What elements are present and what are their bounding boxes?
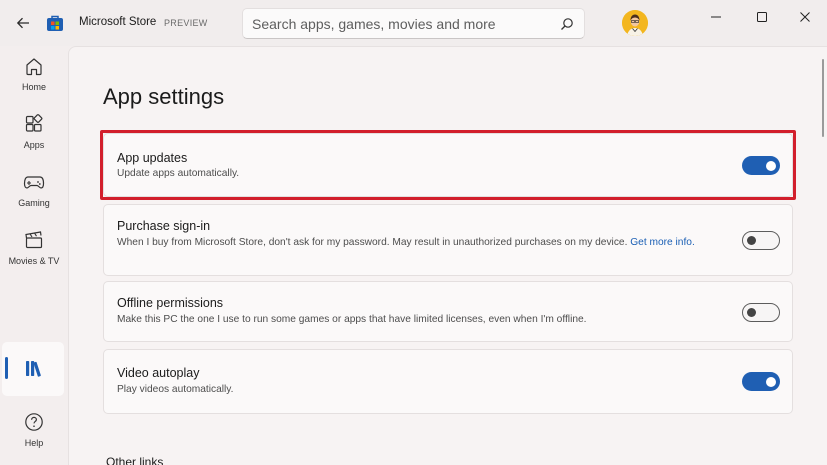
store-logo-icon xyxy=(47,15,63,31)
highlight-annotation xyxy=(100,130,796,200)
clapperboard-icon xyxy=(25,231,43,249)
setting-description-block: When I buy from Microsoft Store, don't a… xyxy=(117,235,717,250)
setting-card-video-autoplay: Video autoplay Play videos automatically… xyxy=(103,349,793,414)
sidebar-item-movies-tv[interactable]: Movies & TV xyxy=(4,222,64,276)
sidebar-item-label: Home xyxy=(21,82,46,92)
home-icon xyxy=(26,58,42,76)
back-button[interactable] xyxy=(10,10,36,36)
apps-icon xyxy=(25,114,43,132)
close-icon xyxy=(800,12,810,22)
sidebar-item-label: Movies & TV xyxy=(8,256,60,266)
minimize-icon xyxy=(711,16,721,18)
app-title: Microsoft Store xyxy=(79,16,157,28)
minimize-button[interactable] xyxy=(696,6,736,28)
gamepad-icon xyxy=(23,176,45,189)
avatar[interactable] xyxy=(622,10,648,36)
close-button[interactable] xyxy=(785,6,825,28)
user-avatar-icon xyxy=(622,10,648,36)
library-icon xyxy=(26,361,41,377)
sidebar-item-home[interactable]: Home xyxy=(4,48,64,102)
sidebar-item-help[interactable]: Help xyxy=(4,404,64,458)
setting-title: Offline permissions xyxy=(117,296,224,310)
offline-permissions-toggle[interactable] xyxy=(742,303,780,322)
purchase-sign-in-toggle[interactable] xyxy=(742,231,780,250)
sidebar-item-label: Help xyxy=(24,438,44,448)
maximize-button[interactable] xyxy=(742,6,782,28)
sidebar-item-library[interactable] xyxy=(2,342,64,396)
selected-indicator xyxy=(5,357,8,379)
title-bar: Microsoft Store PREVIEW xyxy=(0,0,827,46)
page-title: App settings xyxy=(103,84,225,109)
help-icon xyxy=(25,413,43,431)
setting-title: Purchase sign-in xyxy=(117,219,211,233)
video-autoplay-toggle[interactable] xyxy=(742,372,780,391)
preview-badge: PREVIEW xyxy=(164,18,208,28)
setting-card-purchase-sign-in: Purchase sign-in When I buy from Microso… xyxy=(103,204,793,276)
search-input[interactable] xyxy=(252,14,552,34)
scrollbar[interactable] xyxy=(822,59,824,137)
setting-description: Play videos automatically. xyxy=(117,384,234,395)
sidebar-item-label: Apps xyxy=(23,140,45,150)
maximize-icon xyxy=(757,12,767,22)
search-icon[interactable] xyxy=(560,17,574,31)
sidebar-item-label: Gaming xyxy=(18,198,50,208)
setting-description: When I buy from Microsoft Store, don't a… xyxy=(117,237,628,248)
setting-title: Video autoplay xyxy=(117,366,200,380)
setting-card-offline-permissions: Offline permissions Make this PC the one… xyxy=(103,281,793,342)
search-box[interactable] xyxy=(242,8,585,39)
sidebar-item-gaming[interactable]: Gaming xyxy=(4,164,64,218)
arrow-left-icon xyxy=(16,17,29,29)
setting-description: Make this PC the one I use to run some g… xyxy=(117,314,587,325)
sidebar-item-apps[interactable]: Apps xyxy=(4,106,64,160)
get-more-info-link[interactable]: Get more info. xyxy=(630,237,695,248)
other-links-heading: Other links xyxy=(106,455,164,465)
main-content: App settings App updates Update apps aut… xyxy=(68,46,827,465)
sidebar: Home Apps Gaming Movies & TV Help xyxy=(0,46,68,465)
